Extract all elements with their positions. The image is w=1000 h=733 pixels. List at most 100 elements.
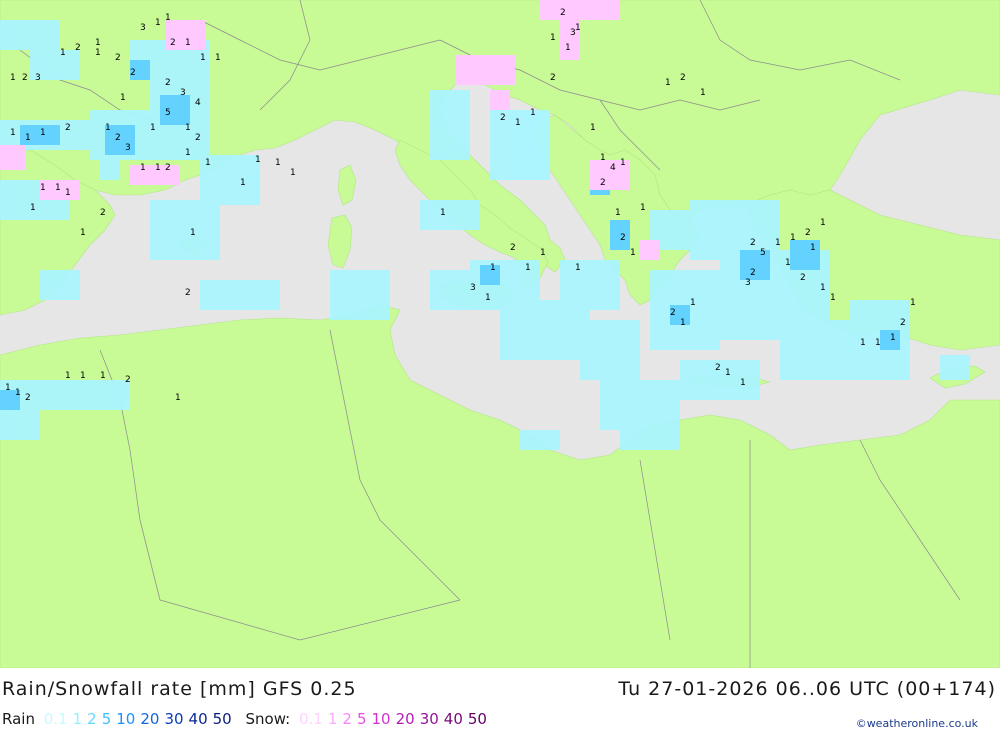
precip-value-label: 1	[30, 203, 36, 213]
precip-value-label: 1	[100, 371, 106, 381]
precip-value-label: 2	[100, 208, 106, 218]
precip-value-label: 1	[440, 208, 446, 218]
precip-value-label: 1	[820, 283, 826, 293]
rain-legend-value: 10	[116, 710, 136, 728]
precip-value-label: 2	[510, 243, 516, 253]
precip-value-label: 2	[25, 393, 31, 403]
precip-value-label: 1	[175, 393, 181, 403]
precip-value-label: 1	[120, 93, 126, 103]
precip-value-label: 1	[95, 48, 101, 58]
precip-value-label: 1	[910, 298, 916, 308]
precip-value-label: 1	[55, 183, 61, 193]
precip-value-label: 1	[185, 123, 191, 133]
precip-value-label: 1	[65, 371, 71, 381]
forecast-datetime: Tu 27-01-2026 06..06 UTC (00+174)	[618, 678, 996, 700]
precip-value-label: 2	[600, 178, 606, 188]
rain-legend-value: 20	[140, 710, 160, 728]
precip-value-label: 2	[75, 43, 81, 53]
precip-value-label: 2	[185, 288, 191, 298]
precip-value-label: 2	[680, 73, 686, 83]
precip-value-label: 1	[550, 33, 556, 43]
rain-legend-value: 40	[188, 710, 208, 728]
precip-value-label: 1	[140, 163, 146, 173]
precip-value-label: 1	[665, 78, 671, 88]
precip-value-label: 1	[810, 243, 816, 253]
precip-value-label: 1	[615, 208, 621, 218]
snow-legend-value: 5	[356, 710, 367, 728]
precip-value-label: 2	[805, 228, 811, 238]
precip-value-label: 1	[490, 263, 496, 273]
snow-legend-value: 20	[395, 710, 415, 728]
precip-value-label: 1	[830, 293, 836, 303]
precip-value-label: 2	[125, 375, 131, 385]
precip-value-label: 1	[630, 248, 636, 258]
precip-value-label: 1	[530, 108, 536, 118]
precip-value-label: 2	[750, 268, 756, 278]
precip-value-label: 1	[690, 298, 696, 308]
snow-legend-value: 2	[342, 710, 352, 728]
precip-value-label: 2	[670, 308, 676, 318]
precip-value-label: 1	[15, 388, 21, 398]
precip-value-label: 1	[240, 178, 246, 188]
rain-legend-values: 0.1 1 2 5 10 20 30 40 50	[44, 710, 237, 728]
precip-value-label: 1	[185, 148, 191, 158]
precip-value-label: 1	[255, 155, 261, 165]
precip-value-label: 2	[550, 73, 556, 83]
precip-value-label: 1	[5, 383, 11, 393]
precip-value-label: 1	[10, 73, 16, 83]
precip-value-label: 1	[25, 133, 31, 143]
precip-value-label: 2	[165, 163, 171, 173]
rain-legend-value: 50	[212, 710, 232, 728]
precipitation-map: 1 2 31 2 1 23 1 12 1123451211231 1 21 1 1 21 1 11121 111…	[0, 0, 1000, 668]
precip-value-label: 1	[485, 293, 491, 303]
precip-value-label: 1	[775, 238, 781, 248]
precip-value-label: 2	[115, 133, 121, 143]
precip-value-label: 1	[205, 158, 211, 168]
precip-value-label: 2	[115, 53, 121, 63]
precip-value-label: 1	[65, 188, 71, 198]
precip-value-label: 1	[150, 123, 156, 133]
snow-legend-value: 0.1	[299, 710, 323, 728]
snow-legend-value: 40	[443, 710, 463, 728]
precip-value-label: 2	[65, 123, 71, 133]
precip-value-label: 1	[600, 153, 606, 163]
precip-value-label: 1	[890, 333, 896, 343]
precip-value-label: 1	[785, 258, 791, 268]
precip-value-label: 2	[500, 113, 506, 123]
precip-value-label: 2	[165, 78, 171, 88]
precip-value-label: 2	[750, 238, 756, 248]
precip-value-label: 1	[640, 203, 646, 213]
snow-legend-values: 0.1 1 2 5 10 20 30 40 50	[299, 710, 492, 728]
credit-link[interactable]: ©weatheronline.co.uk	[856, 717, 978, 730]
snow-legend-value: 10	[371, 710, 391, 728]
precip-value-label: 4	[195, 98, 201, 108]
precip-value-label: 1	[700, 88, 706, 98]
precip-value-label: 1	[565, 43, 571, 53]
rain-legend-value: 5	[101, 710, 112, 728]
snow-legend-value: 50	[467, 710, 487, 728]
precip-value-label: 2	[130, 68, 136, 78]
precip-value-label: 1	[875, 338, 881, 348]
precip-value-label: 1	[540, 248, 546, 258]
precip-value-label: 1	[80, 228, 86, 238]
precip-value-label: 3	[125, 143, 131, 153]
precip-value-label: 1	[185, 38, 191, 48]
rain-legend-value: 0.1	[43, 710, 68, 728]
precip-value-label: 1	[575, 263, 581, 273]
precip-value-label: 1	[95, 38, 101, 48]
precip-value-label: 3	[140, 23, 146, 33]
precip-value-label: 2	[900, 318, 906, 328]
precip-value-label: 1	[275, 158, 281, 168]
rain-legend-value: 30	[164, 710, 184, 728]
precipitation-legend: Rain 0.1 1 2 5 10 20 30 40 50 Snow: 0.1 1 2 5 10 20 30…	[2, 710, 496, 728]
precip-value-label: 1	[820, 218, 826, 228]
map-footer: Rain/Snowfall rate [mm] GFS 0.25 Tu 27-0…	[0, 668, 1000, 733]
precip-value-label: 3	[35, 73, 41, 83]
rain-legend-value: 1	[72, 710, 83, 728]
precip-value-label: 1	[60, 48, 66, 58]
precip-value-label: 1	[165, 13, 171, 23]
precip-value-label: 1	[740, 378, 746, 388]
precip-value-label: 1	[40, 128, 46, 138]
precip-value-label: 1	[515, 118, 521, 128]
precip-value-label: 1	[575, 23, 581, 33]
